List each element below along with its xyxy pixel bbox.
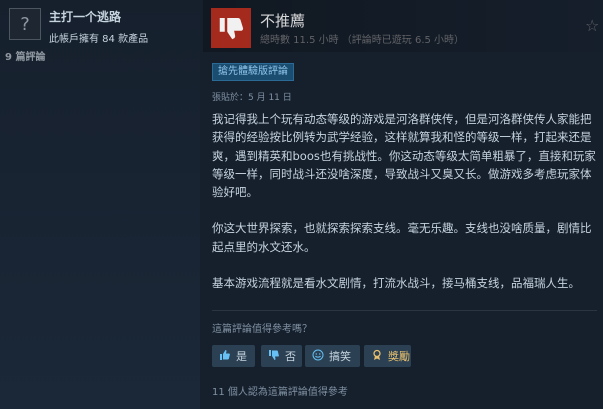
award-label: 獎勵	[388, 350, 410, 363]
playtime-hours: 總時數 11.5 小時 （評論時已遊玩 6.5 小時）	[260, 35, 465, 46]
author-games-owned[interactable]: 此帳戶擁有 84 款產品	[49, 30, 148, 45]
vote-no-label: 否	[285, 350, 296, 363]
vote-yes-label: 是	[236, 350, 247, 363]
vote-funny-label: 搞笑	[329, 350, 351, 363]
posted-date: 張貼於：5 月 11 日	[212, 93, 292, 103]
helpful-count: 11 個人認為這篇評論值得參考	[212, 387, 348, 398]
thumbs-up-icon	[219, 349, 231, 364]
review-verdict: 不推薦	[260, 12, 306, 30]
review-paragraph: 你这大世界探索，也就探索探索支线。毫无乐趣。支线也没啥质量，剧情比起点里的水文还…	[212, 221, 592, 254]
smiley-icon	[312, 349, 324, 364]
star-icon[interactable]: ☆	[585, 18, 601, 34]
author-review-count[interactable]: 9 篇評論	[5, 48, 45, 63]
early-access-badge: 搶先體驗版評論	[212, 63, 294, 81]
helpful-question: 這篇評論值得參考嗎？	[212, 324, 312, 335]
avatar[interactable]: ?	[9, 8, 41, 40]
thumbs-down-icon	[268, 349, 280, 364]
award-ribbon-icon	[371, 349, 383, 364]
avatar-placeholder-icon: ?	[20, 13, 30, 35]
award-button[interactable]: 獎勵	[364, 345, 411, 367]
review-paragraph: 我记得我上个玩有动态等级的游戏是河洛群侠传，但是河洛群侠传人家能把获得的经验按比…	[212, 112, 596, 200]
vote-funny-button[interactable]: 搞笑	[305, 345, 360, 367]
vote-yes-button[interactable]: 是	[212, 345, 255, 367]
author-panel: ? 主打一个逃路 此帳戶擁有 84 款產品 9 篇評論	[0, 0, 200, 409]
vote-no-button[interactable]: 否	[261, 345, 302, 367]
author-name[interactable]: 主打一个逃路	[49, 8, 121, 25]
review-content: 我记得我上个玩有动态等级的游戏是河洛群侠传，但是河洛群侠传人家能把获得的经验按比…	[212, 110, 597, 310]
review-paragraph: 基本游戏流程就是看水文剧情，打流水战斗，接马桶支线，品福瑞人生。	[212, 276, 580, 291]
thumbs-down-icon	[211, 8, 251, 48]
divider	[212, 310, 597, 311]
